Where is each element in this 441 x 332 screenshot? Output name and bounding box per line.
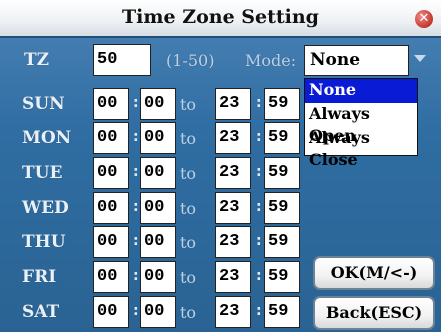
time-zone-setting-window: Time Zone Setting ✕ TZ 50 (1-50) Mode: N… <box>0 0 441 332</box>
back-button[interactable]: Back(ESC) <box>313 296 435 330</box>
start-minute-input[interactable]: 00 <box>140 296 176 328</box>
time-separator: : <box>256 233 262 249</box>
end-minute-input[interactable]: 59 <box>264 261 300 293</box>
start-minute-input[interactable]: 00 <box>140 122 176 154</box>
end-minute-input[interactable]: 59 <box>264 122 300 154</box>
mode-option-always-close[interactable]: Always Close <box>305 127 417 169</box>
to-label: to <box>180 199 197 218</box>
chevron-down-icon[interactable] <box>414 55 426 62</box>
time-separator: : <box>256 268 262 284</box>
time-separator: : <box>133 303 139 319</box>
time-separator: : <box>133 129 139 145</box>
end-minute-input[interactable]: 59 <box>264 88 300 120</box>
time-separator: : <box>256 95 262 111</box>
ok-button[interactable]: OK(M/<-) <box>313 256 435 290</box>
time-separator: : <box>133 233 139 249</box>
time-separator: : <box>256 129 262 145</box>
to-label: to <box>180 164 197 183</box>
tz-input[interactable]: 50 <box>93 44 151 76</box>
end-minute-input[interactable]: 59 <box>264 157 300 189</box>
day-label: THU <box>22 232 66 252</box>
start-minute-input[interactable]: 00 <box>140 157 176 189</box>
start-hour-input[interactable]: 00 <box>93 192 129 224</box>
to-label: to <box>180 303 197 322</box>
mode-label: Mode: <box>245 51 297 70</box>
end-minute-input[interactable]: 59 <box>264 226 300 258</box>
tz-range-hint: (1-50) <box>166 51 215 70</box>
time-separator: : <box>256 199 262 215</box>
start-hour-input[interactable]: 00 <box>93 122 129 154</box>
mode-option-none[interactable]: None <box>305 79 417 103</box>
time-separator: : <box>256 303 262 319</box>
day-label: TUE <box>22 163 63 183</box>
start-hour-input[interactable]: 00 <box>93 261 129 293</box>
day-label: FRI <box>22 267 57 287</box>
start-minute-input[interactable]: 00 <box>140 88 176 120</box>
time-separator: : <box>133 199 139 215</box>
end-hour-input[interactable]: 23 <box>215 157 251 189</box>
day-label: SAT <box>22 302 60 322</box>
start-minute-input[interactable]: 00 <box>140 192 176 224</box>
end-hour-input[interactable]: 23 <box>215 296 251 328</box>
end-minute-input[interactable]: 59 <box>264 192 300 224</box>
day-label: WED <box>22 198 69 218</box>
mode-select[interactable]: None <box>304 45 409 76</box>
end-minute-input[interactable]: 59 <box>264 296 300 328</box>
start-hour-input[interactable]: 00 <box>93 226 129 258</box>
day-label: MON <box>22 128 72 148</box>
end-hour-input[interactable]: 23 <box>215 88 251 120</box>
mode-dropdown-list: None Always Open Always Close <box>304 78 418 169</box>
time-separator: : <box>256 164 262 180</box>
start-hour-input[interactable]: 00 <box>93 88 129 120</box>
start-hour-input[interactable]: 00 <box>93 296 129 328</box>
tz-label: TZ <box>24 50 50 70</box>
time-separator: : <box>133 268 139 284</box>
time-separator: : <box>133 164 139 180</box>
end-hour-input[interactable]: 23 <box>215 226 251 258</box>
to-label: to <box>180 233 197 252</box>
time-separator: : <box>133 95 139 111</box>
start-minute-input[interactable]: 00 <box>140 261 176 293</box>
end-hour-input[interactable]: 23 <box>215 261 251 293</box>
day-label: SUN <box>22 94 65 114</box>
to-label: to <box>180 129 197 148</box>
end-hour-input[interactable]: 23 <box>215 192 251 224</box>
end-hour-input[interactable]: 23 <box>215 122 251 154</box>
start-minute-input[interactable]: 00 <box>140 226 176 258</box>
close-icon[interactable]: ✕ <box>415 10 433 28</box>
window-title: Time Zone Setting <box>122 6 319 28</box>
title-bar: Time Zone Setting ✕ <box>0 0 441 38</box>
to-label: to <box>180 95 197 114</box>
to-label: to <box>180 268 197 287</box>
start-hour-input[interactable]: 00 <box>93 157 129 189</box>
mode-option-always-open[interactable]: Always Open <box>305 103 417 145</box>
